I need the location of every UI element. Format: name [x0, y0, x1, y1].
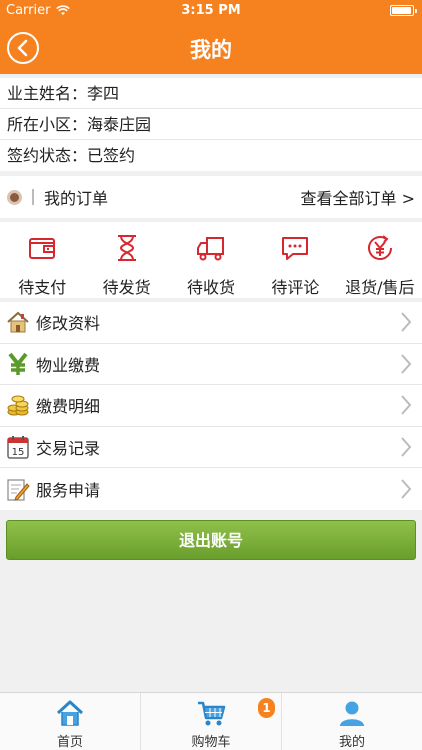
- community-row: 所在小区：海泰庄园: [0, 109, 422, 140]
- status-pending-review-label: 待评论: [271, 278, 320, 297]
- orders-divider: [32, 189, 34, 205]
- orders-title: 我的订单: [44, 189, 109, 208]
- wallet-icon: [29, 238, 56, 259]
- chevron-right-icon: [401, 479, 412, 499]
- community-label: 所在小区：: [7, 115, 88, 134]
- status-pending-shipment[interactable]: 待发货: [84, 222, 168, 298]
- chevron-right-icon: [401, 354, 412, 374]
- chevron-right-icon: [401, 395, 412, 416]
- status-pending-review[interactable]: 待评论: [253, 222, 337, 298]
- view-all-orders-link[interactable]: 查看全部订单 >: [301, 185, 416, 209]
- calendar-day: 15: [12, 447, 25, 458]
- house-icon: [7, 311, 29, 333]
- owner-name-label: 业主姓名：: [7, 84, 88, 103]
- menu-item-edit-profile-label: 修改资料: [36, 314, 101, 334]
- menu-item-property-fee-label: 物业缴费: [36, 355, 101, 375]
- refund-yen-icon: [367, 235, 392, 260]
- status-pending-payment[interactable]: 待支付: [0, 222, 84, 298]
- tab-mine[interactable]: 我的: [282, 693, 422, 750]
- chevron-right-icon: [401, 312, 412, 332]
- battery-icon: [390, 5, 417, 16]
- home-icon: [56, 700, 84, 726]
- settings-menu: 修改资料 物业缴费 缴费明细 15 交易记录 服务申请: [0, 302, 422, 510]
- status-bar: Carrier 3:15 PM: [0, 0, 422, 22]
- yen-icon: [8, 352, 28, 375]
- tab-mine-label: 我的: [338, 735, 365, 750]
- hourglass-icon: [117, 235, 136, 261]
- note-pencil-icon: [7, 479, 30, 501]
- logout-button[interactable]: 退出账号: [6, 520, 416, 560]
- status-pending-payment-label: 待支付: [18, 278, 67, 297]
- delivery-truck-icon: [197, 237, 225, 261]
- clock: 3:15 PM: [181, 3, 241, 18]
- cart-count-badge: 1: [258, 698, 275, 718]
- contract-status-row: 签约状态：已签约: [0, 140, 422, 171]
- status-pending-receipt[interactable]: 待收货: [169, 222, 253, 298]
- chevron-right-icon: [401, 437, 412, 457]
- menu-item-payment-details[interactable]: 缴费明细: [0, 385, 422, 427]
- contract-status-label: 签约状态：: [7, 146, 88, 165]
- owner-name-row: 业主姓名：李四: [0, 78, 422, 109]
- order-status-row: 待支付 待发货 待收货 待评论 退货/售后: [0, 222, 422, 298]
- menu-item-service-request-label: 服务申请: [36, 481, 101, 501]
- page-title: 我的: [190, 38, 232, 62]
- tab-bar: 首页 购物车 1 我的: [0, 692, 422, 750]
- shopping-cart-icon: [198, 701, 226, 726]
- menu-item-property-fee[interactable]: 物业缴费: [0, 344, 422, 386]
- calendar-icon: 15: [7, 436, 29, 459]
- menu-item-transactions[interactable]: 15 交易记录: [0, 427, 422, 469]
- status-pending-receipt-label: 待收货: [187, 278, 236, 297]
- user-profile-icon: [340, 701, 364, 726]
- menu-item-service-request[interactable]: 服务申请: [0, 468, 422, 510]
- tab-cart-label: 购物车: [191, 735, 231, 750]
- orders-dot-icon: [7, 189, 22, 205]
- contract-status-value: 已签约: [87, 146, 136, 165]
- status-return-aftersales[interactable]: 退货/售后: [338, 222, 422, 298]
- menu-item-transactions-label: 交易记录: [36, 439, 101, 459]
- status-return-aftersales-label: 退货/售后: [345, 278, 415, 297]
- tab-home[interactable]: 首页: [0, 693, 141, 750]
- comment-icon: [282, 237, 309, 260]
- owner-info: 业主姓名：李四 所在小区：海泰庄园 签约状态：已签约: [0, 78, 422, 171]
- status-pending-shipment-label: 待发货: [102, 278, 151, 297]
- coins-icon: [7, 395, 29, 416]
- nav-bar: 我的: [0, 22, 422, 74]
- menu-item-edit-profile[interactable]: 修改资料: [0, 302, 422, 344]
- owner-name-value: 李四: [87, 84, 120, 103]
- tab-home-label: 首页: [56, 735, 83, 750]
- community-value: 海泰庄园: [87, 115, 152, 134]
- tab-cart[interactable]: 购物车 1: [141, 693, 282, 750]
- menu-item-payment-details-label: 缴费明细: [36, 397, 101, 417]
- orders-header: 我的订单 查看全部订单 >: [0, 176, 422, 218]
